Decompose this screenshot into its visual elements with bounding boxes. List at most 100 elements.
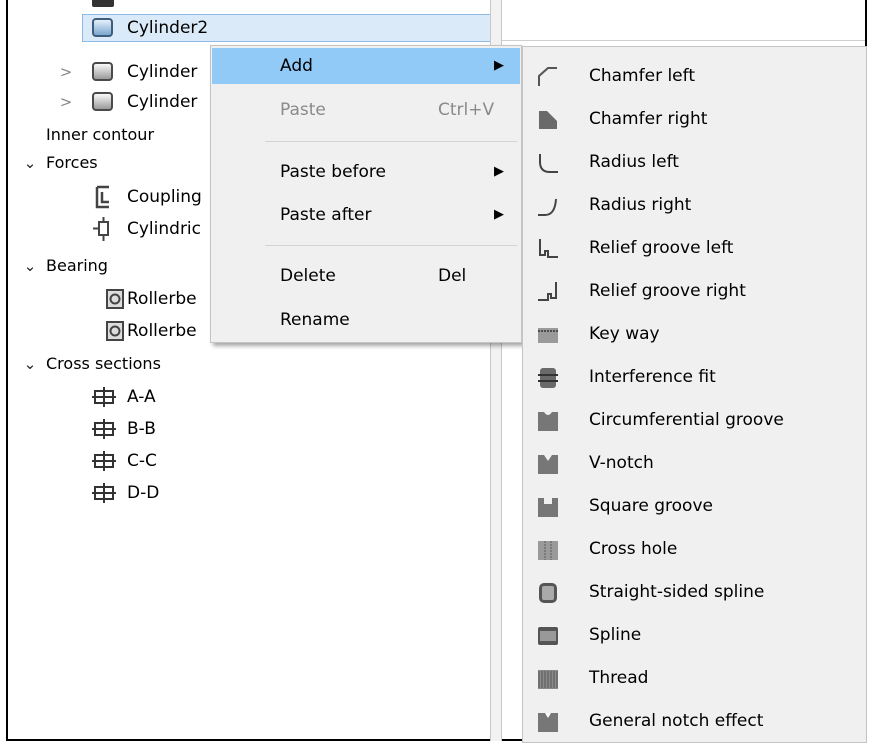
tree-item-coupling[interactable]: Coupling bbox=[92, 183, 212, 211]
menu-item-add[interactable]: Add ▶ bbox=[212, 48, 520, 84]
interference-fit-icon bbox=[538, 368, 558, 388]
submenu-item-label: Relief groove right bbox=[589, 281, 746, 301]
submenu-item-general-notch-effect[interactable]: General notch effect bbox=[523, 700, 866, 743]
submenu-item-label: Straight-sided spline bbox=[589, 582, 765, 602]
menu-item-shortcut: Del bbox=[438, 266, 467, 286]
tree-item-label: Cylindric bbox=[127, 219, 202, 239]
submenu-item-label: Key way bbox=[589, 324, 660, 344]
submenu-item-circumferential-groove[interactable]: Circumferential groove bbox=[523, 399, 866, 442]
submenu-item-label: General notch effect bbox=[589, 711, 764, 731]
chevron-down-icon[interactable]: ⌄ bbox=[22, 350, 38, 378]
submenu-item-relief-groove-left[interactable]: Relief groove left bbox=[523, 227, 866, 270]
straight-sided-spline-icon bbox=[539, 583, 557, 603]
submenu-item-relief-groove-right[interactable]: Relief groove right bbox=[523, 270, 866, 313]
menu-item-delete[interactable]: Delete Del bbox=[212, 258, 520, 294]
submenu-item-label: Relief groove left bbox=[589, 238, 734, 258]
submenu-item-label: Square groove bbox=[589, 496, 713, 516]
tree-item-section-c-c[interactable]: C-C bbox=[92, 447, 212, 475]
menu-item-label: Paste after bbox=[280, 205, 372, 225]
tree-item-label: Cross sections bbox=[46, 354, 161, 373]
relief-groove-left-icon bbox=[539, 239, 558, 258]
chamfer-left-icon bbox=[538, 67, 557, 86]
menu-item-label: Rename bbox=[280, 310, 350, 330]
radius-right-icon bbox=[538, 198, 557, 216]
submenu-item-interference-fit[interactable]: Interference fit bbox=[523, 356, 866, 399]
cross-section-icon bbox=[92, 419, 116, 439]
tree-item-label: Cylinder bbox=[127, 62, 198, 82]
submenu-item-radius-right[interactable]: Radius right bbox=[523, 184, 866, 227]
tree-item-label: D-D bbox=[127, 483, 160, 503]
menu-item-label: Add bbox=[280, 56, 313, 76]
key-way-icon bbox=[538, 328, 558, 343]
tree-item-roller-bearing-2[interactable]: Rollerbe bbox=[106, 317, 210, 345]
thread-icon bbox=[538, 670, 558, 689]
menu-separator bbox=[265, 141, 517, 142]
submenu-item-label: Chamfer left bbox=[589, 66, 695, 86]
menu-item-rename[interactable]: Rename bbox=[212, 302, 520, 338]
menu-item-shortcut: Ctrl+V bbox=[438, 100, 495, 120]
submenu-item-key-way[interactable]: Key way bbox=[523, 313, 866, 356]
submenu-item-chamfer-right[interactable]: Chamfer right bbox=[523, 98, 866, 141]
square-groove-icon bbox=[538, 498, 558, 517]
chevron-down-icon[interactable]: ⌄ bbox=[22, 252, 38, 280]
menu-item-label: Paste bbox=[280, 100, 326, 120]
tree-item-cylinder-b[interactable]: > Cylinder bbox=[58, 88, 218, 116]
chamfer-right-icon bbox=[539, 111, 557, 129]
submenu-item-label: Circumferential groove bbox=[589, 410, 784, 430]
cross-section-icon bbox=[92, 451, 116, 471]
right-panel-header bbox=[502, 0, 865, 41]
cylinder-icon bbox=[92, 92, 113, 111]
submenu-item-radius-left[interactable]: Radius left bbox=[523, 141, 866, 184]
menu-item-paste[interactable]: Paste Ctrl+V bbox=[212, 92, 520, 128]
radius-left-icon bbox=[539, 154, 558, 173]
tree-item-label: Cylinder2 bbox=[127, 18, 209, 38]
general-notch-effect-icon bbox=[538, 713, 558, 732]
submenu-item-cross-hole[interactable]: Cross hole bbox=[523, 528, 866, 571]
submenu-item-label: Thread bbox=[589, 668, 649, 688]
submenu-item-chamfer-left[interactable]: Chamfer left bbox=[523, 55, 866, 98]
tree-item-label: Forces bbox=[46, 153, 98, 172]
menu-item-paste-before[interactable]: Paste before ▶ bbox=[212, 154, 520, 190]
context-menu: Add ▶ Paste Ctrl+V Paste before ▶ Paste … bbox=[210, 45, 522, 343]
tree-item-label: A-A bbox=[127, 387, 156, 407]
tree-item-section-d-d[interactable]: D-D bbox=[92, 479, 212, 507]
tree-item-cylinder-a[interactable]: > Cylinder bbox=[58, 58, 218, 86]
circumferential-groove-icon bbox=[538, 412, 558, 431]
chevron-right-icon[interactable]: > bbox=[58, 58, 74, 86]
tree-item-label: Cylinder bbox=[127, 92, 198, 112]
chevron-right-icon[interactable]: > bbox=[58, 88, 74, 116]
submenu-item-square-groove[interactable]: Square groove bbox=[523, 485, 866, 528]
submenu-item-label: V-notch bbox=[589, 453, 654, 473]
submenu-item-label: Cross hole bbox=[589, 539, 678, 559]
tree-item-cylindrical-force[interactable]: Cylindric bbox=[92, 215, 212, 243]
submenu-item-label: Chamfer right bbox=[589, 109, 708, 129]
tree-item-label: C-C bbox=[127, 451, 157, 471]
submenu-item-straight-sided-spline[interactable]: Straight-sided spline bbox=[523, 571, 866, 614]
tree-item-label: Rollerbe bbox=[127, 289, 197, 309]
menu-item-paste-after[interactable]: Paste after ▶ bbox=[212, 197, 520, 233]
cross-hole-icon bbox=[538, 541, 558, 560]
add-submenu: Chamfer left Chamfer right Radius left R… bbox=[522, 46, 867, 743]
tree-item-section-a-a[interactable]: A-A bbox=[92, 383, 212, 411]
cylinder-icon bbox=[92, 62, 113, 81]
submenu-arrow-icon: ▶ bbox=[494, 207, 504, 222]
chevron-down-icon[interactable]: ⌄ bbox=[22, 149, 38, 177]
tree-item-label: Bearing bbox=[46, 256, 108, 275]
submenu-item-spline[interactable]: Spline bbox=[523, 614, 866, 657]
tree-item-label: B-B bbox=[127, 419, 156, 439]
tree-item-section-b-b[interactable]: B-B bbox=[92, 415, 212, 443]
tree-item-label: Rollerbe bbox=[127, 321, 197, 341]
submenu-item-label: Radius left bbox=[589, 152, 679, 172]
tree-item-label: Inner contour bbox=[46, 125, 155, 144]
tree-item-roller-bearing-1[interactable]: Rollerbe bbox=[106, 285, 210, 313]
cylinder-icon bbox=[92, 18, 113, 37]
partial-item-icon bbox=[92, 0, 114, 7]
menu-separator bbox=[265, 245, 517, 246]
v-notch-icon bbox=[538, 455, 558, 474]
cross-section-icon bbox=[92, 387, 116, 407]
submenu-item-v-notch[interactable]: V-notch bbox=[523, 442, 866, 485]
submenu-item-label: Radius right bbox=[589, 195, 692, 215]
submenu-item-thread[interactable]: Thread bbox=[523, 657, 866, 700]
tree-item-cylinder2[interactable]: Cylinder2 bbox=[92, 14, 482, 42]
tree-item-label: Coupling bbox=[127, 187, 202, 207]
